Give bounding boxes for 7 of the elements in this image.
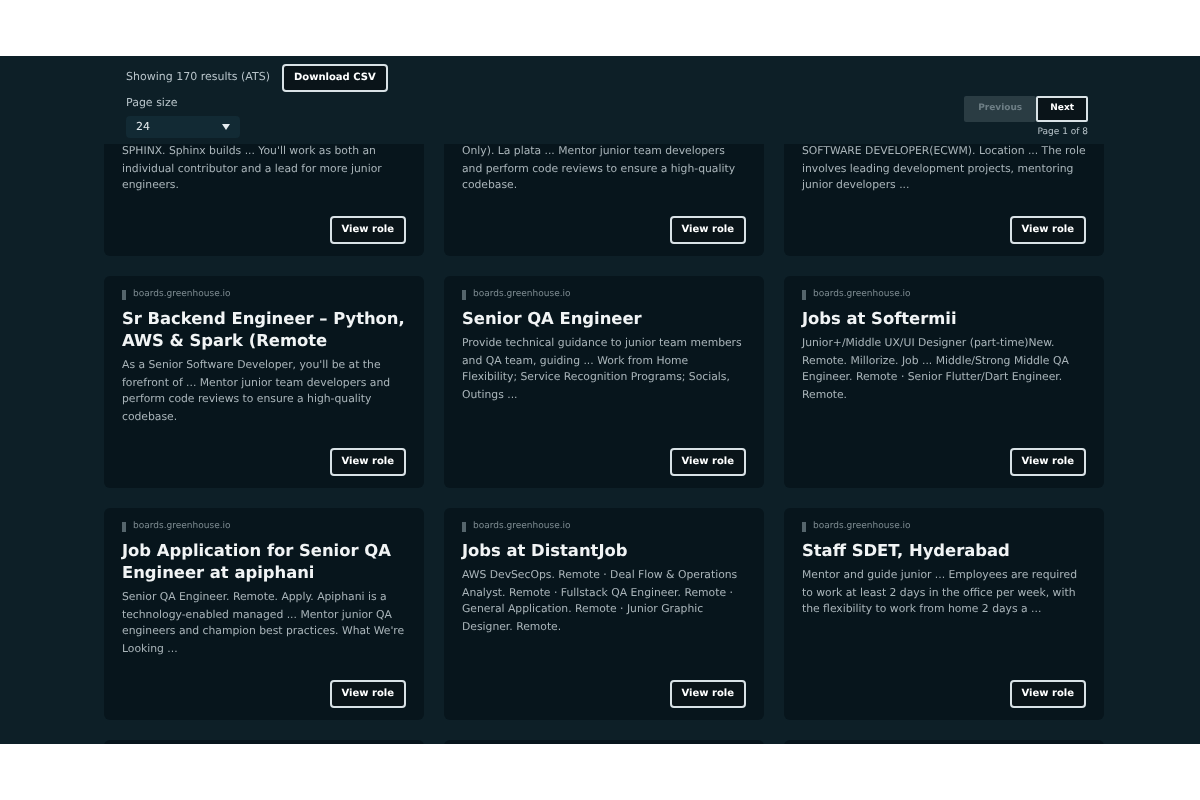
job-title: Jobs at Softermii — [802, 308, 959, 330]
job-title: Jobs at DistantJob — [462, 540, 630, 562]
job-title: Senior QA Engineer — [462, 308, 644, 330]
caret-icon — [222, 124, 230, 130]
job-title: Staff SDET, Hyderabad — [802, 540, 1012, 562]
job-title: Sr Backend Engineer – Python, AWS & Spark (Remote — [122, 308, 406, 352]
job-title: Job Application for Senior QA Engineer at apiphani — [122, 540, 393, 584]
